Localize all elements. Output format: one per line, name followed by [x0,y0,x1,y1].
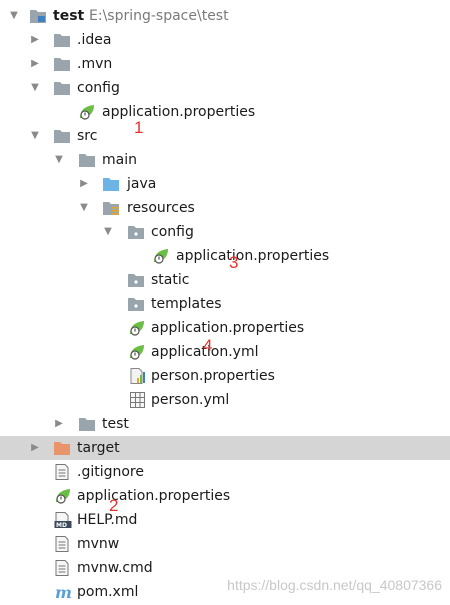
spring-leaf-icon [54,488,72,504]
text-file-icon [54,464,72,480]
module-folder-icon [29,8,47,24]
tree-label: mvnw.cmd [77,560,153,576]
tree-row-templates[interactable]: templates [0,292,450,316]
tree-row-java[interactable]: ▶ java [0,172,450,196]
chevron-down-icon[interactable]: ▼ [29,124,41,148]
tree-label: static [151,272,190,288]
tree-row-idea[interactable]: ▶ .idea [0,28,450,52]
markdown-file-icon: MD [54,512,72,528]
tree-row-person-yml[interactable]: person.yml [0,388,450,412]
project-path: E:\spring-space\test [89,8,229,24]
tree-label: person.properties [151,368,275,384]
folder-icon [78,152,96,168]
tree-row-person-properties[interactable]: person.properties [0,364,450,388]
folder-icon [127,296,145,312]
spring-leaf-icon [152,248,170,264]
tree-label: templates [151,296,222,312]
tree-label: target [77,440,120,456]
tree-label: mvnw [77,536,120,552]
chevron-right-icon[interactable]: ▶ [29,52,41,76]
source-folder-icon [102,176,120,192]
tree-label: .mvn [77,56,113,72]
tree-label: test [102,416,129,432]
tree-label: application.properties [77,488,231,504]
folder-icon [78,416,96,432]
tree-label: main [102,152,137,168]
text-file-icon [54,536,72,552]
tree-label: config [77,80,120,96]
chevron-down-icon[interactable]: ▼ [102,220,114,244]
chevron-down-icon[interactable]: ▼ [8,4,20,28]
tree-label: application.properties [102,104,256,120]
tree-row-main[interactable]: ▼ main [0,148,450,172]
tree-label: HELP.md [77,512,138,528]
svg-text:MD: MD [56,522,67,528]
chevron-right-icon[interactable]: ▶ [53,412,65,436]
annotation-number-2: 2 [109,496,119,515]
chevron-down-icon[interactable]: ▼ [53,148,65,172]
spring-leaf-icon [128,320,146,336]
tree-label: application.properties [176,248,330,264]
chevron-right-icon[interactable]: ▶ [78,172,90,196]
tree-row-src[interactable]: ▼ src [0,124,450,148]
tree-label: application.properties [151,320,305,336]
annotation-number-4: 4 [203,336,213,355]
tree-label: config [151,224,194,240]
tree-row-application-yml[interactable]: application.yml [0,340,450,364]
svg-text:m: m [55,584,72,600]
project-tree: ▼ test E:\spring-space\test ▶ .idea ▶ .m… [0,4,450,604]
folder-icon [127,272,145,288]
folder-icon [53,80,71,96]
annotation-number-1: 1 [134,118,144,137]
tree-row-target[interactable]: ▶ target [0,436,450,460]
properties-file-icon [129,368,147,384]
yaml-file-icon [129,392,147,408]
annotation-number-3: 3 [229,253,239,272]
tree-row-project-root[interactable]: ▼ test E:\spring-space\test [0,4,450,28]
tree-row-static[interactable]: static [0,268,450,292]
tree-row-resources-application-properties[interactable]: application.properties [0,316,450,340]
chevron-down-icon[interactable]: ▼ [78,196,90,220]
maven-icon: m [54,584,72,600]
tree-row-gitignore[interactable]: .gitignore [0,460,450,484]
tree-label: .idea [77,32,112,48]
tree-label: java [127,176,157,192]
tree-label: person.yml [151,392,230,408]
folder-icon [53,128,71,144]
resources-folder-icon [102,200,120,216]
tree-row-root-application-properties[interactable]: application.properties [0,484,450,508]
tree-row-config-application-properties[interactable]: application.properties [0,100,450,124]
chevron-right-icon[interactable]: ▶ [29,436,41,460]
folder-icon [127,224,145,240]
watermark: https://blog.csdn.net/qq_40807366 [227,577,442,593]
spring-leaf-icon [78,104,96,120]
tree-label: src [77,128,98,144]
tree-row-resources-config-application-properties[interactable]: application.properties [0,244,450,268]
project-name: test [53,8,85,24]
tree-row-test[interactable]: ▶ test [0,412,450,436]
excluded-folder-icon [53,440,71,456]
tree-label: resources [127,200,195,216]
tree-label: .gitignore [77,464,144,480]
tree-row-mvnw[interactable]: mvnw [0,532,450,556]
tree-row-config[interactable]: ▼ config [0,76,450,100]
tree-label: pom.xml [77,584,139,600]
tree-row-help-md[interactable]: MD HELP.md [0,508,450,532]
tree-row-resources-config[interactable]: ▼ config [0,220,450,244]
folder-icon [53,56,71,72]
chevron-down-icon[interactable]: ▼ [29,76,41,100]
tree-row-mvn[interactable]: ▶ .mvn [0,52,450,76]
spring-leaf-icon [128,344,146,360]
tree-row-resources[interactable]: ▼ resources [0,196,450,220]
folder-icon [53,32,71,48]
chevron-right-icon[interactable]: ▶ [29,28,41,52]
text-file-icon [54,560,72,576]
